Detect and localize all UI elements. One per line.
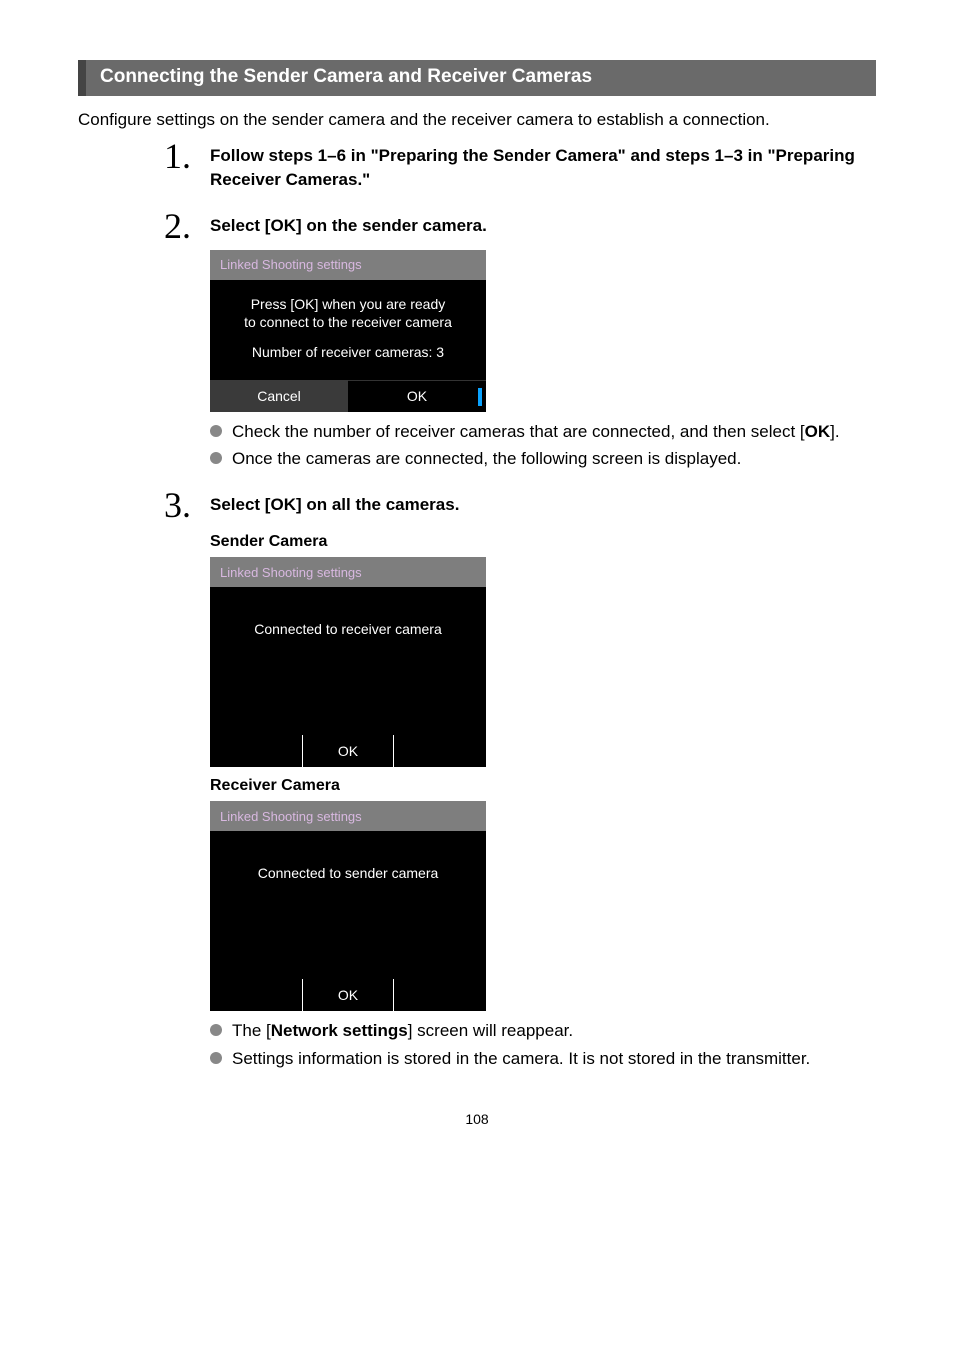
ok-button[interactable]: OK [302, 979, 394, 1011]
bullet-text: Settings information is stored in the ca… [232, 1047, 810, 1071]
ok-button[interactable]: OK [348, 380, 486, 412]
step-2: 2. Select [OK] on the sender camera. Lin… [164, 208, 876, 472]
screenshot-line2: to connect to the receiver camera [220, 314, 476, 330]
bullet-text: ]. [830, 422, 839, 441]
bullet-text: ] screen will reappear. [408, 1021, 573, 1040]
step-1: 1. Follow steps 1–6 in "Preparing the Se… [164, 138, 876, 192]
bullet-text: The [ [232, 1021, 271, 1040]
bullet-icon [210, 452, 222, 464]
section-header: Connecting the Sender Camera and Receive… [78, 60, 876, 96]
step-3-bullet-2: Settings information is stored in the ca… [210, 1047, 876, 1071]
step-2-title: Select [OK] on the sender camera. [210, 214, 876, 238]
ok-button[interactable]: OK [302, 735, 394, 767]
screenshot-header: Linked Shooting settings [210, 250, 486, 280]
bullet-icon [210, 1052, 222, 1064]
step-3: 3. Select [OK] on all the cameras. Sende… [164, 487, 876, 1071]
sender-camera-label: Sender Camera [210, 533, 876, 551]
step-2-bullet-1: Check the number of receiver cameras tha… [210, 420, 876, 444]
step-1-title: Follow steps 1–6 in "Preparing the Sende… [210, 144, 876, 192]
step-number: 2. [164, 208, 210, 244]
bullet-bold: Network settings [271, 1021, 408, 1040]
screenshot-body-text: Connected to receiver camera [220, 621, 476, 637]
bullet-icon [210, 425, 222, 437]
step-2-bullet-2: Once the cameras are connected, the foll… [210, 447, 876, 471]
screenshot-line3: Number of receiver cameras: 3 [220, 344, 476, 360]
page-number: 108 [78, 1111, 876, 1127]
screenshot-sender-ready: Linked Shooting settings Press [OK] when… [210, 250, 486, 412]
screenshot-connected-sender: Linked Shooting settings Connected to se… [210, 801, 486, 1011]
bullet-icon [210, 1024, 222, 1036]
intro-text: Configure settings on the sender camera … [78, 110, 876, 130]
bullet-text: Check the number of receiver cameras tha… [232, 422, 805, 441]
screenshot-connected-receiver: Linked Shooting settings Connected to re… [210, 557, 486, 767]
caret-icon [478, 388, 482, 406]
cancel-button[interactable]: Cancel [210, 380, 348, 412]
step-3-bullet-1: The [Network settings] screen will reapp… [210, 1019, 876, 1043]
bullet-text: Once the cameras are connected, the foll… [232, 447, 741, 471]
screenshot-body-text: Connected to sender camera [220, 865, 476, 881]
screenshot-header: Linked Shooting settings [210, 801, 486, 831]
step-3-title: Select [OK] on all the cameras. [210, 493, 876, 517]
steps-container: 1. Follow steps 1–6 in "Preparing the Se… [164, 138, 876, 1071]
bullet-bold: OK [805, 422, 831, 441]
step-number: 3. [164, 487, 210, 523]
step-number: 1. [164, 138, 210, 174]
screenshot-header: Linked Shooting settings [210, 557, 486, 587]
screenshot-line1: Press [OK] when you are ready [220, 296, 476, 312]
receiver-camera-label: Receiver Camera [210, 777, 876, 795]
ok-button-label: OK [407, 388, 427, 404]
